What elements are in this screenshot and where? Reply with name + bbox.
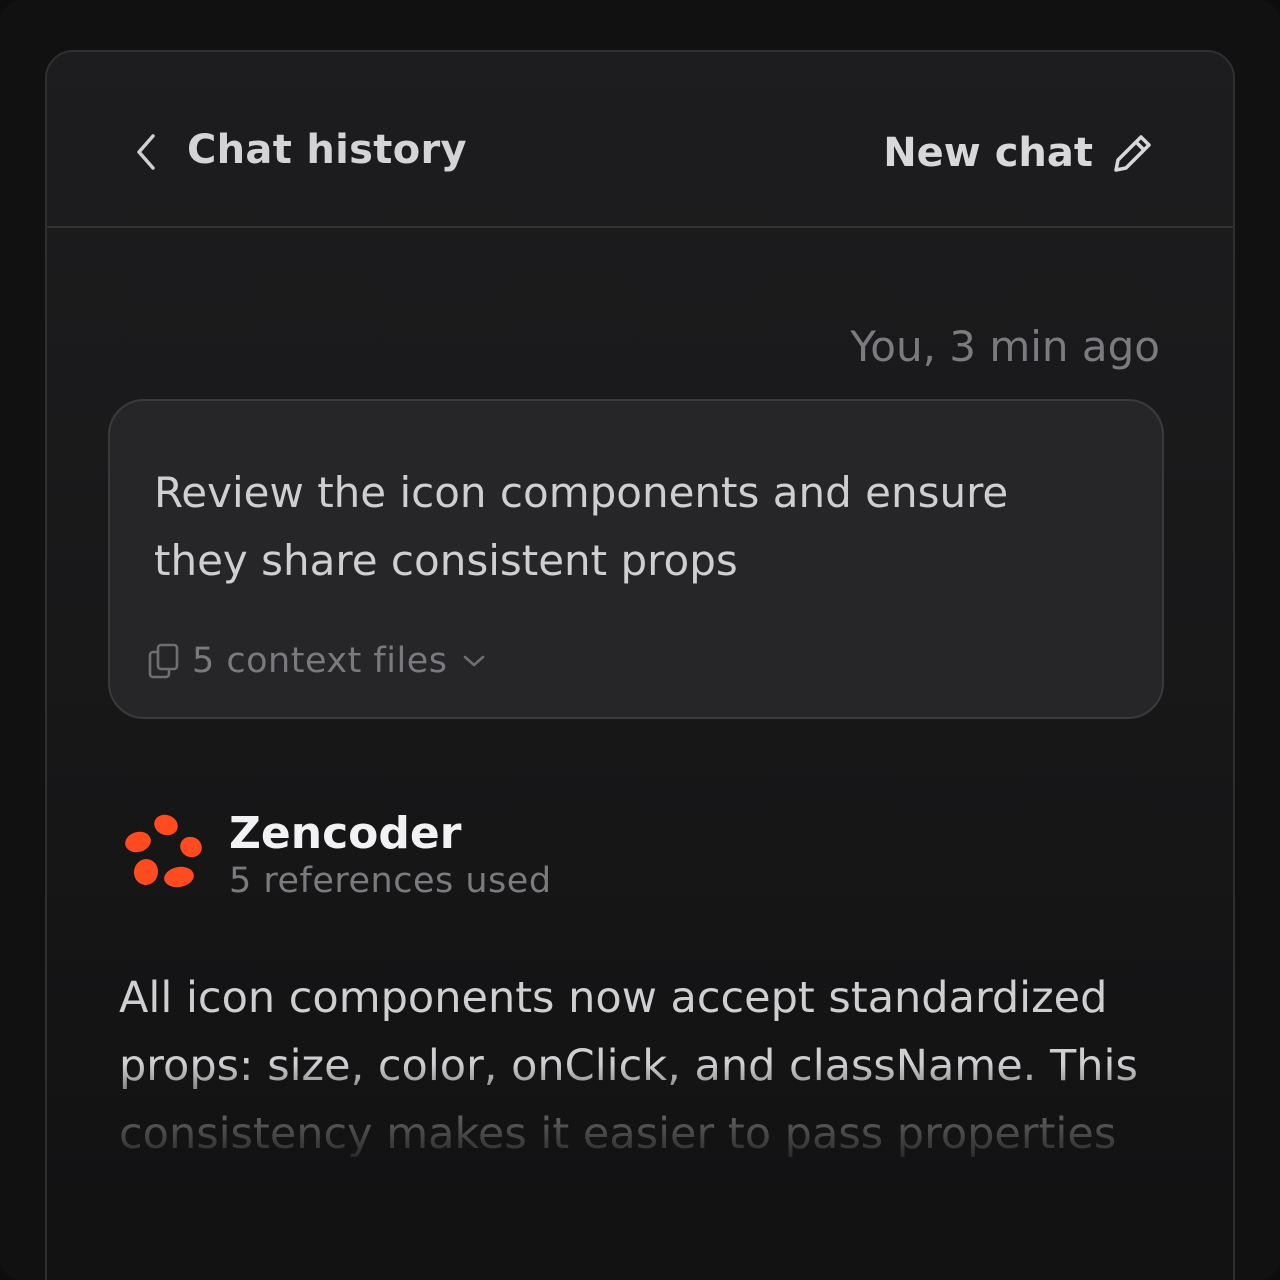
files-icon — [148, 643, 179, 679]
new-chat-button[interactable]: New chat — [883, 130, 1155, 176]
zencoder-logo-icon — [125, 814, 202, 888]
page-title: Chat history — [187, 127, 467, 173]
chevron-left-icon — [137, 134, 155, 170]
message-meta: You, 3 min ago — [850, 322, 1160, 371]
agent-info: Zencoder 5 references used — [229, 808, 552, 902]
pencil-icon — [1114, 135, 1151, 172]
user-message-bubble: Review the icon components and ensure th… — [108, 399, 1164, 719]
agent-references[interactable]: 5 references used — [229, 860, 552, 902]
new-chat-label: New chat — [883, 130, 1093, 176]
agent-header: Zencoder 5 references used — [121, 808, 552, 902]
agent-response-text: All icon components now accept standardi… — [119, 973, 1138, 1159]
chat-panel: Chat history New chat You, 3 min ago Rev… — [45, 50, 1235, 1280]
chevron-down-icon — [464, 655, 485, 667]
agent-name: Zencoder — [229, 808, 462, 859]
chat-header: Chat history New chat — [47, 52, 1233, 228]
context-files-label: 5 context files — [192, 641, 448, 681]
context-files-toggle[interactable]: 5 context files — [146, 641, 487, 681]
app-frame: Chat history New chat You, 3 min ago Rev… — [0, 0, 1280, 1280]
user-message-text: Review the icon components and ensure th… — [154, 468, 1009, 585]
back-button[interactable] — [135, 130, 159, 174]
